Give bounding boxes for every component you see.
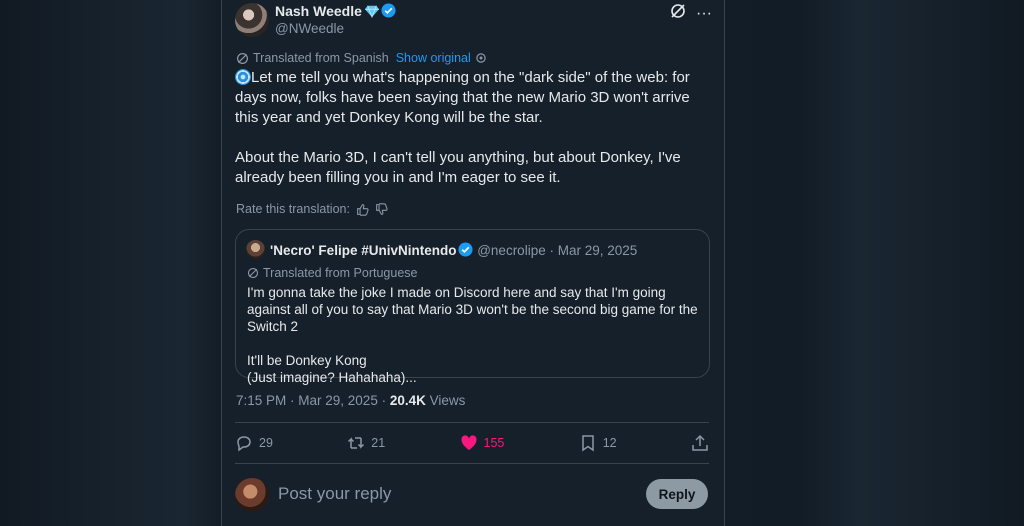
thumbs-down-icon[interactable]: [375, 202, 388, 216]
more-options-icon[interactable]: ···: [696, 5, 712, 23]
reply-count: 29: [259, 436, 273, 450]
quote-author-handle: @necrolipe: [477, 243, 546, 258]
tweet-body: Let me tell you what's happening on the …: [235, 68, 705, 188]
tweet-column: Nash Weedle @NWeedle ··· Translated from…: [221, 0, 725, 526]
rate-translation-label: Rate this translation:: [236, 202, 350, 216]
tweet-meta: 7:15 PM · Mar 29, 2025 · 20.4K Views: [236, 393, 465, 408]
translation-notice: Translated from Spanish Show original: [236, 51, 487, 65]
repost-count: 21: [371, 436, 386, 450]
author-handle[interactable]: @NWeedle: [275, 21, 344, 36]
quote-text: I'm gonna take the joke I made on Discor…: [247, 285, 698, 385]
reply-icon: [237, 436, 251, 452]
settings-gear-icon[interactable]: [475, 52, 487, 64]
tweet-top-actions: ···: [670, 3, 712, 24]
author-avatar[interactable]: [235, 3, 269, 37]
tweet-text: Let me tell you what's happening on the …: [235, 69, 690, 186]
reply-button[interactable]: Reply: [646, 479, 708, 509]
translated-from-label: Translated from Spanish: [253, 51, 389, 65]
gem-icon: [364, 5, 379, 18]
quote-date: · Mar 29, 2025: [549, 243, 638, 258]
verified-icon: [458, 242, 473, 257]
repost-icon: [348, 437, 365, 449]
translate-icon: [247, 267, 259, 279]
divider-top: [235, 422, 709, 423]
tweet-timestamp[interactable]: 7:15 PM · Mar 29, 2025 ·: [236, 393, 390, 408]
like-count: 155: [483, 436, 505, 450]
author-name[interactable]: Nash Weedle: [275, 3, 396, 19]
reply-action[interactable]: 29: [235, 434, 273, 452]
cyclone-emoji-icon: [235, 69, 251, 85]
quote-author-avatar: [246, 240, 265, 259]
views-count: 20.4K: [389, 393, 426, 408]
verified-icon: [381, 3, 396, 18]
translate-icon: [237, 52, 248, 64]
quoted-tweet[interactable]: 'Necro' Felipe #UnivNintendo @necrolipe …: [235, 229, 710, 385]
repost-action[interactable]: 21: [347, 434, 385, 452]
current-user-avatar[interactable]: [235, 478, 269, 512]
quote-translation-notice: Translated from Portuguese: [247, 266, 417, 280]
grok-icon[interactable]: [670, 3, 686, 24]
bookmark-icon: [581, 435, 594, 452]
show-original-link[interactable]: Show original: [396, 51, 471, 65]
share-action[interactable]: [691, 434, 709, 452]
divider-bottom: [235, 463, 709, 464]
bookmark-action[interactable]: 12: [579, 434, 617, 452]
heart-filled-icon: [460, 435, 477, 450]
quote-header: 'Necro' Felipe #UnivNintendo @necrolipe …: [270, 242, 637, 258]
thumbs-up-icon[interactable]: [356, 203, 369, 216]
rate-translation: Rate this translation:: [236, 202, 388, 216]
reply-input[interactable]: Post your reply: [278, 484, 391, 504]
action-bar: 29 21 155 12: [235, 430, 709, 456]
share-icon: [692, 434, 708, 451]
quote-translated-label: Translated from Portuguese: [263, 266, 418, 280]
quote-author-name: 'Necro' Felipe #UnivNintendo: [270, 243, 457, 258]
views-label: Views: [425, 393, 466, 408]
like-action[interactable]: 155: [460, 434, 505, 452]
bookmark-count: 12: [602, 436, 617, 450]
